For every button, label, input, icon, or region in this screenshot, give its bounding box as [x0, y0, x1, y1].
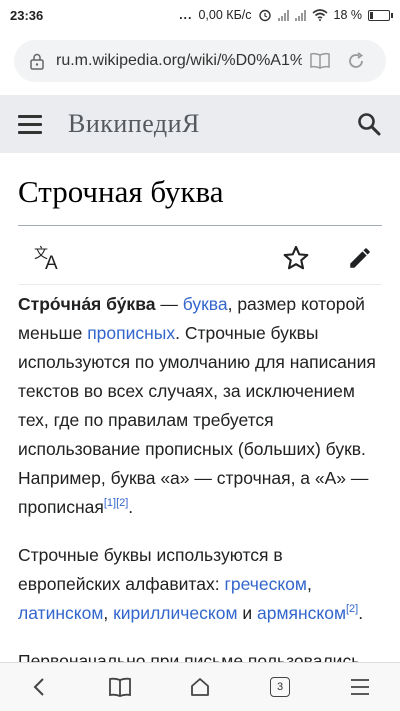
reference-2b[interactable]: [2] — [346, 603, 358, 615]
article-body: Стро́чна́я бу́ква — буква, размер которо… — [18, 290, 384, 695]
paragraph-text: и — [237, 603, 257, 623]
bookmarks-button[interactable] — [95, 665, 145, 709]
link-armenian[interactable]: армянском — [257, 603, 346, 623]
wifi-icon — [311, 9, 328, 21]
lock-icon — [26, 53, 48, 70]
search-icon[interactable] — [356, 111, 382, 137]
battery-icon — [368, 9, 393, 21]
menu-lines-icon — [351, 679, 369, 695]
status-time: 23:36 — [10, 7, 44, 23]
battery-fill — [370, 11, 373, 19]
home-button[interactable] — [175, 665, 225, 709]
chevron-left-icon — [33, 678, 44, 696]
translate-icon: 文 A — [34, 246, 58, 271]
actions-divider — [18, 284, 382, 285]
paragraph-text: , — [103, 603, 114, 623]
home-icon — [191, 678, 209, 696]
edit-button[interactable] — [338, 236, 382, 280]
tabs-button[interactable]: 3 — [255, 665, 305, 709]
book-icon — [109, 677, 131, 697]
article-term: Стро́чна́я бу́ква — [18, 294, 156, 314]
text-dash: — — [155, 294, 183, 314]
paragraph-text: . — [358, 603, 364, 623]
wikipedia-logo[interactable]: ВикипедиЯ — [68, 109, 356, 139]
watch-star-button[interactable] — [274, 236, 318, 280]
link-latin[interactable]: латинском — [18, 603, 103, 623]
browser-menu-button[interactable] — [335, 665, 385, 709]
svg-text:A: A — [45, 253, 58, 271]
link-capital[interactable]: прописных — [87, 323, 175, 343]
signal-icon-2 — [294, 9, 306, 21]
link-letter[interactable]: буква — [183, 294, 228, 314]
address-bar[interactable]: ru.m.wikipedia.org/wiki/%D0%A1%D1%82%D1%… — [14, 40, 386, 82]
language-button[interactable]: 文 A — [18, 236, 82, 280]
network-speed: 0,00 КБ/с — [198, 8, 252, 22]
alarm-icon — [258, 9, 271, 22]
battery-percent: 18 % — [333, 8, 363, 22]
status-bar: 23:36 ... 0,00 КБ/с 18 % — [0, 0, 400, 30]
tab-count: 3 — [270, 677, 290, 697]
paragraph-1: Стро́чна́я бу́ква — буква, размер которо… — [18, 290, 384, 522]
browser-bottom-nav: 3 — [0, 662, 400, 711]
site-header: ВикипедиЯ — [0, 95, 400, 153]
link-greek[interactable]: греческом — [224, 574, 306, 594]
title-divider — [18, 225, 382, 226]
reader-mode-icon[interactable] — [302, 52, 338, 70]
menu-icon[interactable] — [18, 114, 42, 134]
paragraph-2: Строчные буквы используются в европейски… — [18, 541, 384, 628]
paragraph-text: . — [128, 497, 134, 517]
back-button[interactable] — [15, 665, 65, 709]
pencil-icon — [350, 248, 370, 268]
url-text[interactable]: ru.m.wikipedia.org/wiki/%D0%A1%D1%82%D1%… — [56, 52, 302, 70]
status-icons: ... 0,00 КБ/с 18 % — [179, 8, 393, 22]
star-icon — [283, 245, 309, 270]
page-actions: 文 A — [18, 236, 382, 280]
paragraph-text: , — [306, 574, 312, 594]
reload-icon[interactable] — [338, 52, 374, 70]
paragraph-text: . Строчные буквы используются по умолчан… — [18, 323, 376, 517]
reference-2[interactable]: [2] — [116, 497, 128, 509]
notification-dots: ... — [179, 8, 193, 22]
page-title: Строчная буква — [18, 174, 224, 209]
signal-icon — [277, 9, 289, 21]
link-cyrillic[interactable]: кириллическом — [113, 603, 237, 623]
reference-1[interactable]: [1] — [104, 497, 116, 509]
